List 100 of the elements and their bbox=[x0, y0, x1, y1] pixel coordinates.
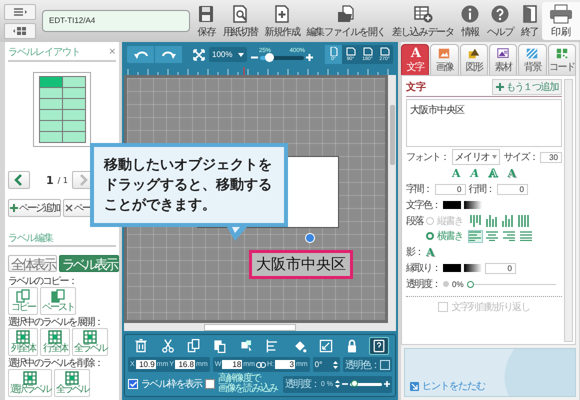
print-button[interactable]: 印刷 bbox=[542, 2, 580, 40]
label-cell[interactable] bbox=[62, 77, 84, 87]
view-toggle-button[interactable]: ラベル表示 bbox=[59, 255, 120, 272]
font-dropdown[interactable]: メイリオ bbox=[452, 149, 500, 165]
toolbar-button[interactable]: 保存 bbox=[196, 4, 216, 38]
grid-icon bbox=[65, 371, 79, 385]
number-field[interactable]: 3 bbox=[274, 360, 295, 369]
label-cell[interactable] bbox=[40, 99, 62, 109]
angle-field[interactable]: 0° bbox=[312, 357, 340, 372]
rotate-handle[interactable] bbox=[305, 233, 315, 243]
radio-button[interactable] bbox=[426, 217, 434, 225]
gradient-swatch[interactable] bbox=[464, 264, 482, 272]
tab[interactable]: 素材 bbox=[488, 44, 518, 75]
vertical-align-icon[interactable] bbox=[516, 215, 530, 227]
zoom-dropdown[interactable]: 100% bbox=[209, 47, 247, 62]
label-action-button[interactable]: 全ラベル bbox=[54, 369, 90, 397]
opacity-slider[interactable] bbox=[350, 382, 382, 386]
text-input[interactable]: 大阪市中央区 bbox=[406, 99, 562, 147]
add-page-button[interactable]: ページ追加 bbox=[8, 199, 61, 217]
checkbox[interactable] bbox=[204, 379, 215, 389]
picture-icon bbox=[437, 46, 452, 60]
align-lines-icon bbox=[486, 231, 498, 241]
link-icon[interactable] bbox=[256, 362, 266, 368]
grid-view-button[interactable] bbox=[4, 22, 36, 38]
toolbar-button[interactable]: 差し込みデータ bbox=[392, 4, 454, 38]
number-field[interactable]: 16.8 bbox=[175, 360, 196, 369]
text-align-button[interactable] bbox=[468, 230, 482, 242]
number-field[interactable]: 18 bbox=[222, 360, 242, 369]
vertical-scrollbar[interactable] bbox=[388, 75, 396, 323]
tab[interactable]: A 文字 bbox=[401, 44, 430, 75]
label-cell[interactable] bbox=[40, 121, 62, 131]
vertical-align-icon[interactable] bbox=[468, 215, 482, 227]
spacing-field[interactable]: 0 bbox=[434, 184, 466, 194]
label-cell[interactable] bbox=[62, 99, 84, 109]
view-toggle-button[interactable]: 全体表示 bbox=[8, 255, 58, 272]
label-cell[interactable] bbox=[62, 132, 84, 142]
color-swatch[interactable] bbox=[443, 264, 461, 272]
field-label: 縁取り： bbox=[406, 262, 440, 275]
checkbox-label: 文字列自動折り返し bbox=[451, 300, 530, 314]
label-action-button[interactable]: 列全体 bbox=[8, 328, 38, 356]
zoom-out-icon[interactable] bbox=[251, 54, 258, 61]
text-align-button[interactable] bbox=[484, 230, 500, 242]
size-field[interactable]: 30 bbox=[540, 152, 562, 162]
label-action-button[interactable]: コピー bbox=[8, 287, 38, 315]
text-style-button[interactable]: A bbox=[470, 167, 479, 180]
vertical-align-icon[interactable] bbox=[500, 215, 514, 227]
text-object[interactable]: 大阪市中央区 bbox=[249, 250, 353, 279]
shadow-button[interactable]: A bbox=[426, 246, 435, 258]
close-button[interactable]: × bbox=[108, 45, 116, 59]
text-style-button[interactable]: A bbox=[452, 167, 460, 180]
gradient-swatch[interactable] bbox=[464, 201, 482, 209]
label-cell[interactable] bbox=[62, 121, 84, 131]
vertical-align-icon[interactable] bbox=[484, 215, 498, 227]
spinner-icon[interactable] bbox=[335, 380, 340, 388]
toolbar-button[interactable]: 用紙切替 bbox=[222, 4, 258, 38]
fit-to-screen-icon[interactable] bbox=[193, 48, 205, 60]
toolbar-button[interactable]: 情報 bbox=[460, 4, 480, 38]
menu-button[interactable] bbox=[4, 4, 36, 20]
text-style-button[interactable]: A bbox=[508, 167, 516, 180]
toolbar-button[interactable]: ヘルプ bbox=[486, 4, 514, 38]
previous-page-button[interactable] bbox=[8, 171, 30, 189]
label-cell[interactable] bbox=[62, 88, 84, 98]
toolbar-button[interactable]: 編集ファイルを開く bbox=[306, 4, 386, 38]
menu-icon bbox=[13, 6, 27, 16]
text-align-button[interactable] bbox=[502, 230, 516, 242]
label-cell[interactable] bbox=[40, 110, 62, 120]
plus-icon[interactable] bbox=[384, 381, 390, 387]
horizontal-scrollbar[interactable] bbox=[124, 323, 396, 331]
radio-button[interactable] bbox=[426, 232, 434, 240]
toolbar-button[interactable]: 新規作成 bbox=[264, 4, 300, 38]
toolbar-button[interactable]: 終了 bbox=[520, 4, 540, 38]
label-action-button[interactable]: 行全体 bbox=[40, 328, 70, 356]
tab[interactable]: コード bbox=[548, 44, 576, 75]
label-cell[interactable] bbox=[40, 88, 62, 98]
label-cell[interactable] bbox=[40, 77, 62, 87]
add-text-button[interactable]: もう１つ追加 bbox=[492, 79, 562, 95]
tab[interactable]: 図形 bbox=[460, 44, 488, 75]
number-field[interactable]: 10.9 bbox=[136, 360, 156, 369]
text-align-button[interactable] bbox=[518, 230, 534, 242]
resize-icon bbox=[318, 338, 334, 354]
label-action-button[interactable]: ペースト bbox=[40, 287, 76, 315]
printer-icon bbox=[549, 4, 573, 24]
vertical-scrollbar[interactable] bbox=[564, 79, 573, 342]
zoom-slider[interactable] bbox=[260, 56, 304, 60]
file-name-field[interactable]: EDT-TI12/A4 bbox=[42, 10, 190, 32]
label-cell[interactable] bbox=[62, 110, 84, 120]
zoom-in-icon[interactable] bbox=[306, 54, 313, 61]
outline-field[interactable]: 0 bbox=[485, 262, 516, 274]
label-action-button[interactable]: 全ラベル bbox=[72, 328, 108, 356]
line-spacing-field[interactable]: 0 bbox=[497, 184, 528, 194]
color-swatch[interactable] bbox=[443, 201, 461, 209]
checkbox[interactable] bbox=[438, 302, 448, 312]
copy-icon bbox=[16, 289, 30, 303]
tab[interactable]: 背景 bbox=[518, 44, 547, 75]
text-style-button[interactable]: A bbox=[489, 167, 498, 180]
label-cell[interactable] bbox=[40, 132, 62, 142]
tab[interactable]: 画像 bbox=[430, 44, 459, 75]
edit-tool-button[interactable] bbox=[368, 337, 389, 355]
minus-icon[interactable] bbox=[342, 381, 348, 387]
label-action-button[interactable]: 選択ラベル bbox=[8, 369, 52, 397]
